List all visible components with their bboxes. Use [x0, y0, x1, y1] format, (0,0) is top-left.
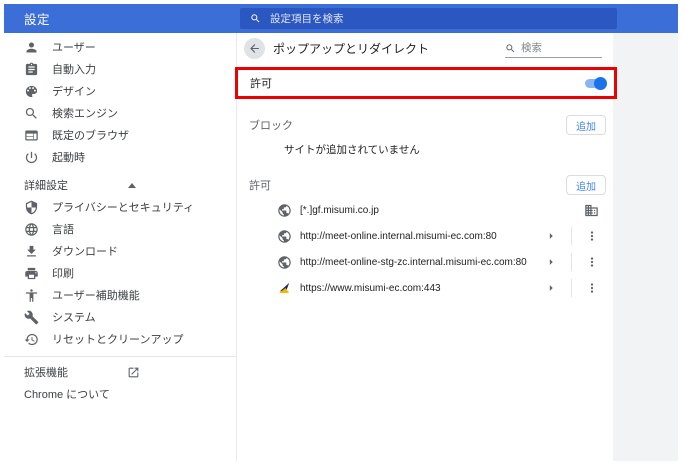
popups-redirects-card: ポップアップとリダイレクト 検索 許可 ブロック 追加 サイトが追 [237, 33, 613, 461]
sidebar-item-label: ダウンロード [52, 243, 118, 259]
site-row[interactable]: http://meet-online-stg-zc.internal.misum… [237, 249, 613, 275]
block-add-button[interactable]: 追加 [566, 115, 606, 135]
sidebar-item-default-browser[interactable]: 既定のブラウザ [4, 124, 236, 146]
advanced-label: 詳細設定 [24, 177, 68, 193]
allow-section-label: 許可 [249, 177, 271, 193]
allow-toggle-switch[interactable] [585, 79, 605, 88]
search-icon [250, 13, 261, 24]
palette-icon [24, 84, 39, 99]
accessibility-icon [24, 288, 39, 303]
settings-sidebar: ユーザー 自動入力 デザイン 検索エンジン 既定のブラウザ 起動時 [4, 33, 236, 461]
download-icon [24, 244, 39, 259]
allowed-sites-list: [*.]gf.misumi.co.jp http://meet-online.i… [237, 197, 613, 301]
sidebar-item-search-engine[interactable]: 検索エンジン [4, 102, 236, 124]
more-options-icon[interactable] [585, 281, 599, 295]
globe-favicon-icon [277, 203, 292, 218]
sidebar-item-extensions[interactable]: 拡張機能 [4, 361, 236, 383]
about-chrome-label: Chrome について [24, 386, 110, 402]
sidebar-item-label: プライバシーとセキュリティ [52, 199, 194, 215]
row-divider [571, 227, 572, 245]
sidebar-item-printing[interactable]: 印刷 [4, 262, 236, 284]
sidebar-item-label: デザイン [52, 83, 96, 99]
sidebar-item-system[interactable]: システム [4, 306, 236, 328]
site-url: https://www.misumi-ec.com:443 [300, 283, 544, 294]
page-search-label: 検索 [521, 43, 542, 54]
sidebar-item-about-chrome[interactable]: Chrome について [4, 383, 236, 405]
block-empty-text: サイトが追加されていません [237, 137, 613, 161]
expand-arrow-icon[interactable] [544, 281, 558, 295]
sidebar-item-accessibility[interactable]: ユーザー補助機能 [4, 284, 236, 306]
block-section-label: ブロック [249, 117, 293, 133]
page-search-input[interactable]: 検索 [505, 39, 602, 58]
more-options-icon[interactable] [585, 255, 599, 269]
globe-icon [24, 222, 39, 237]
main-area: ポップアップとリダイレクト 検索 許可 ブロック 追加 サイトが追 [236, 33, 678, 461]
row-divider [571, 253, 572, 271]
sidebar-item-reset[interactable]: リセットとクリーンアップ [4, 328, 236, 350]
printer-icon [24, 266, 39, 281]
toggle-knob [594, 77, 607, 90]
autofill-clipboard-icon [24, 62, 39, 77]
sidebar-item-label: 起動時 [52, 149, 85, 165]
sidebar-item-downloads[interactable]: ダウンロード [4, 240, 236, 262]
site-url: http://meet-online.internal.misumi-ec.co… [300, 231, 544, 242]
search-icon [24, 106, 39, 121]
arrow-back-icon [248, 42, 261, 55]
expand-arrow-icon[interactable] [544, 229, 558, 243]
globe-favicon-icon [277, 229, 292, 244]
sidebar-item-label: 検索エンジン [52, 105, 118, 121]
site-row[interactable]: https://www.misumi-ec.com:443 [237, 275, 613, 301]
extensions-label: 拡張機能 [24, 364, 68, 380]
sidebar-item-privacy[interactable]: プライバシーとセキュリティ [4, 196, 236, 218]
sidebar-item-label: システム [52, 309, 96, 325]
misumi-favicon-icon [277, 281, 292, 296]
sidebar-item-label: 既定のブラウザ [52, 127, 129, 143]
shield-icon [24, 200, 39, 215]
page-title: ポップアップとリダイレクト [273, 40, 429, 57]
sidebar-item-label: 自動入力 [52, 61, 96, 77]
site-row[interactable]: http://meet-online.internal.misumi-ec.co… [237, 223, 613, 249]
open-in-new-icon [127, 366, 140, 379]
chevron-up-icon [128, 183, 136, 188]
managed-by-organization-icon [584, 203, 599, 218]
site-url: http://meet-online-stg-zc.internal.misum… [300, 257, 544, 268]
sidebar-item-on-startup[interactable]: 起動時 [4, 146, 236, 168]
search-icon [505, 43, 516, 54]
allow-section-header: 許可 追加 [237, 173, 613, 197]
sidebar-item-label: リセットとクリーンアップ [52, 331, 183, 347]
settings-search-placeholder: 設定項目を検索 [270, 11, 344, 26]
allow-add-button[interactable]: 追加 [566, 175, 606, 195]
block-section-header: ブロック 追加 [237, 113, 613, 137]
history-icon [24, 332, 39, 347]
settings-search-input[interactable]: 設定項目を検索 [240, 8, 617, 29]
sidebar-item-label: 言語 [52, 221, 74, 237]
site-row[interactable]: [*.]gf.misumi.co.jp [237, 197, 613, 223]
site-url: [*.]gf.misumi.co.jp [300, 205, 584, 216]
sidebar-item-languages[interactable]: 言語 [4, 218, 236, 240]
settings-title: 設定 [4, 9, 236, 28]
sidebar-item-appearance[interactable]: デザイン [4, 80, 236, 102]
sidebar-item-label: 印刷 [52, 265, 74, 281]
sidebar-item-label: ユーザー [52, 39, 96, 55]
sidebar-item-people[interactable]: ユーザー [4, 36, 236, 58]
sidebar-item-label: ユーザー補助機能 [52, 287, 140, 303]
browser-window-icon [24, 128, 39, 143]
settings-toolbar: 設定 設定項目を検索 [4, 4, 678, 33]
sidebar-divider [4, 356, 236, 357]
allow-toggle-label: 許可 [250, 75, 272, 91]
wrench-icon [24, 310, 39, 325]
person-icon [24, 40, 39, 55]
row-divider [571, 279, 572, 297]
sidebar-advanced-toggle[interactable]: 詳細設定 [4, 174, 236, 196]
page-subheader: ポップアップとリダイレクト 検索 [237, 33, 613, 63]
allow-toggle-row-highlighted: 許可 [235, 67, 617, 99]
globe-favicon-icon [277, 255, 292, 270]
chrome-settings-window: 設定 設定項目を検索 ユーザー 自動入力 デザイン 検索エンジン [4, 4, 678, 461]
power-icon [24, 150, 39, 165]
expand-arrow-icon[interactable] [544, 255, 558, 269]
sidebar-item-autofill[interactable]: 自動入力 [4, 58, 236, 80]
more-options-icon[interactable] [585, 229, 599, 243]
back-button[interactable] [244, 38, 265, 59]
